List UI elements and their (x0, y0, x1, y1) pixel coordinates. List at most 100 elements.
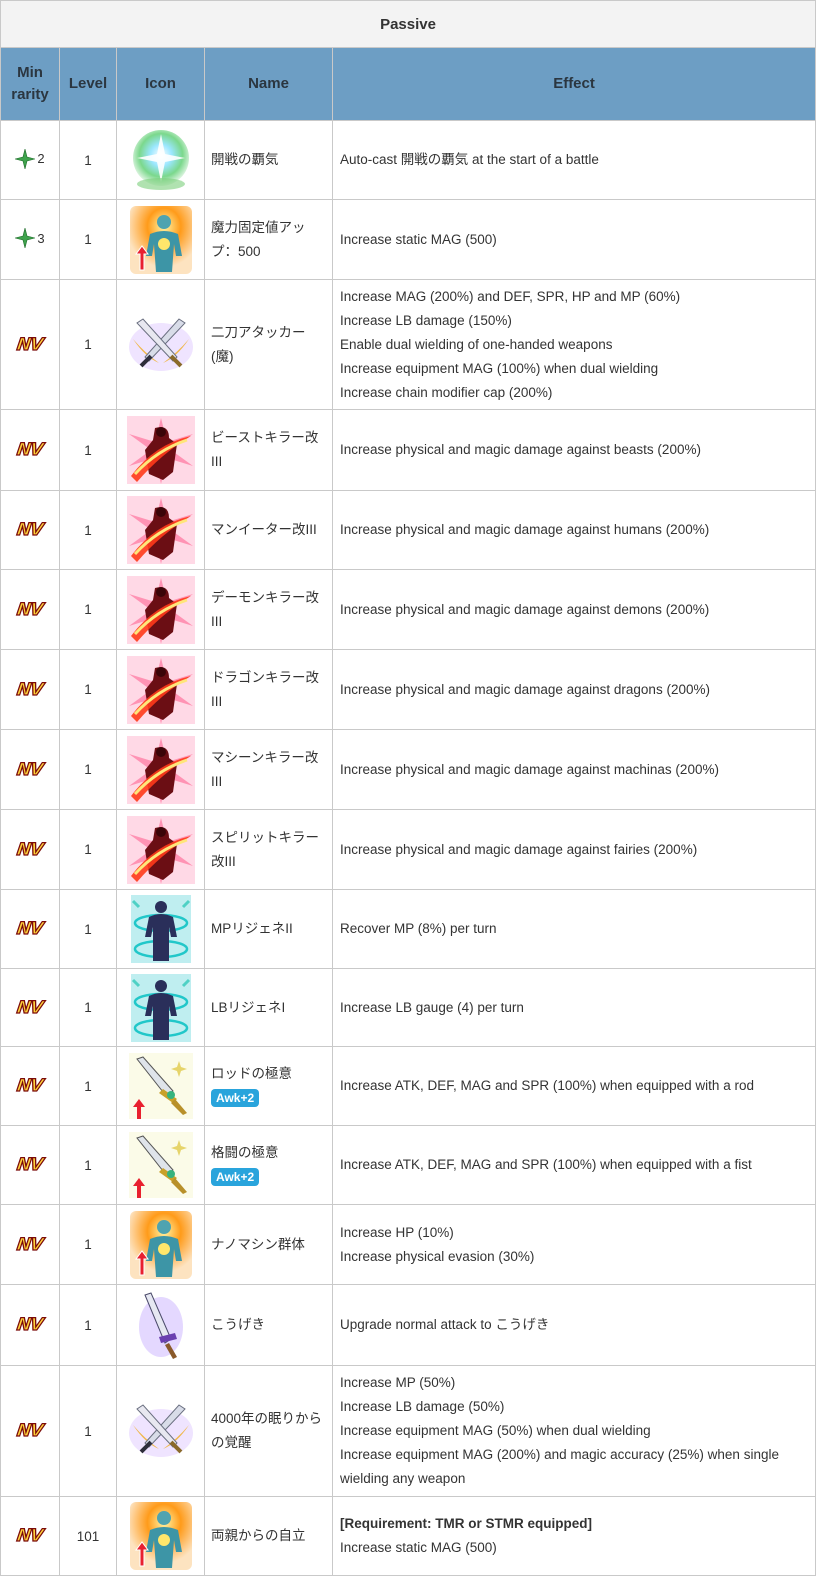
effect-cell: Increase static MAG (500) (331, 199, 817, 280)
name-cell: こうげき (204, 1284, 333, 1366)
effect-cell: Auto-cast 開戦の覇気 at the start of a battle (331, 120, 817, 200)
icon-cell (116, 1496, 205, 1576)
nv-rarity-icon: NV (15, 1314, 45, 1335)
ability-name: 二刀アタッカー(魔) (211, 324, 306, 364)
table-body: 2 1 開戦の覇気 Auto-cast 開戦の覇気 at the start of a… (0, 120, 817, 1576)
name-cell: マシーンキラー改III (204, 729, 333, 810)
icon-cell (116, 1365, 205, 1497)
rarity-cell: NV (0, 1365, 60, 1497)
sword-up-icon (117, 1130, 204, 1200)
killer-slash-icon (117, 734, 204, 806)
nv-rarity-icon: NV (15, 918, 45, 939)
green-star-icon (15, 148, 36, 169)
requirement-text: [Requirement: TMR or STMR equipped] (340, 1516, 592, 1531)
killer-slash-icon (117, 574, 204, 646)
name-cell: 両親からの自立 (204, 1496, 333, 1576)
effect-cell: Upgrade normal attack to こうげき (331, 1284, 817, 1366)
rarity-cell: NV (0, 968, 60, 1047)
nv-rarity-icon: NV (15, 519, 45, 540)
stat-up-figure-icon (117, 1500, 204, 1572)
killer-slash-icon (117, 814, 204, 886)
effect-line: Increase physical and magic damage again… (340, 522, 710, 537)
ability-name: スピリットキラー改III (211, 829, 319, 869)
table-row: NV 1 LBリジェネI Increase LB gauge (4) per turn (0, 968, 817, 1047)
level-cell: 1 (59, 409, 117, 491)
awakening-badge: Awk+2 (211, 1168, 260, 1186)
name-cell: 4000年の眠りからの覚醒 (204, 1365, 333, 1497)
col-level: Level (59, 47, 117, 121)
effect-cell: Increase physical and magic damage again… (331, 409, 817, 491)
regen-figure-icon (117, 893, 204, 965)
killer-slash-icon (117, 494, 204, 566)
ability-name: マシーンキラー改III (211, 749, 319, 789)
table-row: NV 1 MPリジェネII Recover MP (8%) per turn (0, 889, 817, 969)
nv-rarity-icon: NV (15, 1075, 45, 1096)
effect-line: Increase static MAG (500) (340, 1540, 497, 1555)
effect-line: Increase ATK, DEF, MAG and SPR (100%) wh… (340, 1078, 754, 1093)
level-cell: 1 (59, 1284, 117, 1366)
name-cell: デーモンキラー改III (204, 569, 333, 650)
effect-cell: Increase ATK, DEF, MAG and SPR (100%) wh… (331, 1046, 817, 1126)
effect-cell: Increase MP (50%) Increase LB damage (50%… (331, 1365, 817, 1497)
green-orb-icon (117, 126, 204, 194)
icon-cell (116, 279, 205, 410)
sword-up-icon (117, 1051, 204, 1121)
icon-cell (116, 1125, 205, 1205)
dual-swords-icon (117, 1399, 204, 1463)
rarity-cell: 3 (0, 199, 60, 280)
ability-name: 格闘の極意 (211, 1145, 279, 1160)
name-cell: ナノマシン群体 (204, 1204, 333, 1285)
table-row: NV 1 格闘の極意 Awk+2 Increase ATK, DEF, MAG and … (0, 1125, 817, 1205)
level-cell: 1 (59, 649, 117, 730)
level-cell: 1 (59, 569, 117, 650)
level-cell: 1 (59, 490, 117, 570)
level-cell: 1 (59, 729, 117, 810)
table-row: NV 101 両親からの自立 [Requirement: TMR or STMR eq… (0, 1496, 817, 1576)
effect-line: Increase LB gauge (4) per turn (340, 999, 524, 1015)
ability-name: 4000年の眠りからの覚醒 (211, 1411, 323, 1450)
effect-cell: Increase physical and magic damage again… (331, 809, 817, 890)
ability-name: マンイーター改III (211, 522, 317, 537)
table-row: NV 1 マンイーター改III Increase physical and magic… (0, 490, 817, 570)
icon-cell (116, 490, 205, 570)
effect-cell: Increase physical and magic damage again… (331, 649, 817, 730)
nv-rarity-icon: NV (15, 1154, 45, 1175)
effect-line: Increase MP (50%) (340, 1375, 456, 1390)
effect-line: Increase ATK, DEF, MAG and SPR (100%) wh… (340, 1157, 752, 1172)
effect-line: Increase equipment MAG (50%) when dual w… (340, 1423, 651, 1438)
nv-rarity-icon: NV (15, 439, 45, 460)
level-cell: 1 (59, 889, 117, 969)
ability-name: LBリジェネI (211, 999, 286, 1015)
effect-line: Increase physical and magic damage again… (340, 681, 710, 697)
effect-cell: Increase physical and magic damage again… (331, 490, 817, 570)
effect-line: Increase physical evasion (30%) (340, 1248, 535, 1264)
effect-line: Increase equipment MAG (200%) and magic … (340, 1447, 779, 1486)
icon-cell (116, 968, 205, 1047)
effect-line: Upgrade normal attack to こうげき (340, 1317, 550, 1332)
killer-slash-icon (117, 414, 204, 486)
level-cell: 1 (59, 199, 117, 280)
table-title: Passive (0, 0, 817, 48)
effect-line: Increase static MAG (500) (340, 231, 497, 247)
name-cell: 格闘の極意 Awk+2 (204, 1125, 333, 1205)
col-rarity: Min rarity (0, 47, 60, 121)
effect-line: Increase LB damage (50%) (340, 1399, 505, 1414)
effect-line: Recover MP (8%) per turn (340, 921, 497, 936)
effect-cell: Increase MAG (200%) and DEF, SPR, HP and… (331, 279, 817, 410)
level-cell: 1 (59, 809, 117, 890)
table-row: NV 1 ロッドの極意 Awk+2 Increase ATK, DEF, MAG and… (0, 1046, 817, 1126)
ability-name: ナノマシン群体 (211, 1236, 305, 1252)
rarity-cell: NV (0, 569, 60, 650)
nv-rarity-icon: NV (15, 759, 45, 780)
rarity-cell: 2 (0, 120, 60, 200)
name-cell: 開戦の覇気 (204, 120, 333, 200)
nv-rarity-icon: NV (15, 1525, 45, 1546)
rarity-cell: NV (0, 1125, 60, 1205)
effect-cell: Increase physical and magic damage again… (331, 569, 817, 650)
rarity-cell: NV (0, 409, 60, 491)
effect-line: Increase MAG (200%) and DEF, SPR, HP and… (340, 288, 681, 304)
stat-up-figure-icon (117, 204, 204, 276)
table-row: NV 1 スピリットキラー改III Increase physical and mag… (0, 809, 817, 890)
icon-cell (116, 199, 205, 280)
icon-cell (116, 409, 205, 491)
